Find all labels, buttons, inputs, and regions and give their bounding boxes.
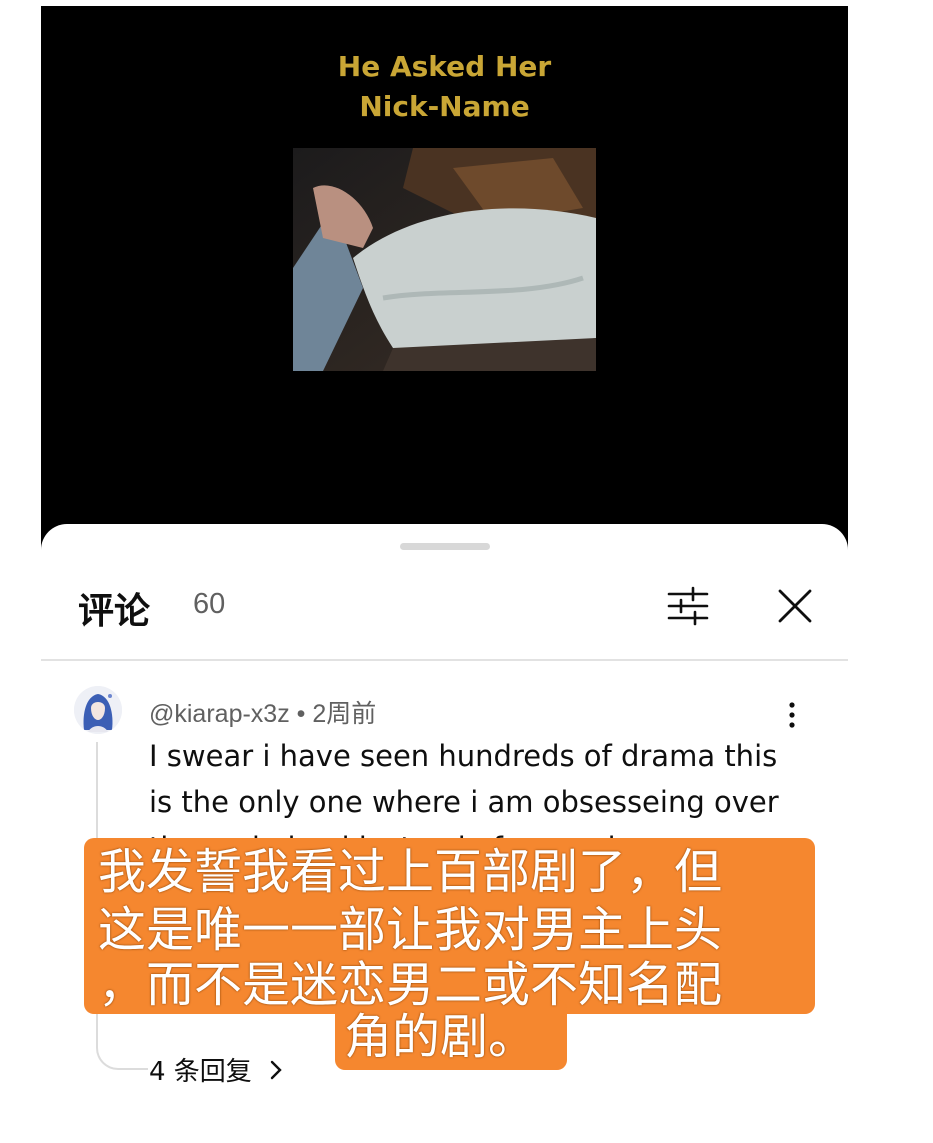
video-player[interactable]: He Asked Her Nick-Name — [41, 6, 848, 566]
chevron-right-icon — [270, 1057, 282, 1087]
subtitle-line2: 这是唯一一部让我对男主上头 — [98, 902, 723, 958]
subtitle-line1: 我发誓我看过上百部剧了，但 — [98, 844, 723, 900]
video-title-line1: He Asked Her — [337, 50, 552, 83]
comment-username[interactable]: @kiarap-x3z — [149, 700, 290, 728]
avatar[interactable] — [74, 686, 122, 734]
replies-button[interactable]: 4 条回复 — [149, 1051, 282, 1088]
more-options-icon[interactable] — [782, 700, 802, 730]
replies-label: 4 条回复 — [149, 1057, 252, 1087]
video-title-line2: Nick-Name — [359, 90, 530, 123]
comments-title: 评论 — [78, 591, 151, 632]
meta-separator: • — [296, 700, 306, 728]
header-divider — [41, 659, 848, 661]
comments-count: 60 — [193, 588, 226, 620]
drag-handle[interactable] — [400, 543, 490, 550]
comment-meta: @kiarap-x3z • 2周前 — [149, 694, 376, 730]
video-frame — [293, 148, 596, 371]
comment-time: 2周前 — [312, 700, 377, 728]
subtitle-line4: 角的剧。 — [344, 1009, 537, 1065]
close-icon[interactable] — [775, 586, 815, 626]
sliders-icon[interactable] — [665, 586, 711, 626]
subtitle-line3: ，而不是迷恋男二或不知名配 — [98, 957, 723, 1013]
